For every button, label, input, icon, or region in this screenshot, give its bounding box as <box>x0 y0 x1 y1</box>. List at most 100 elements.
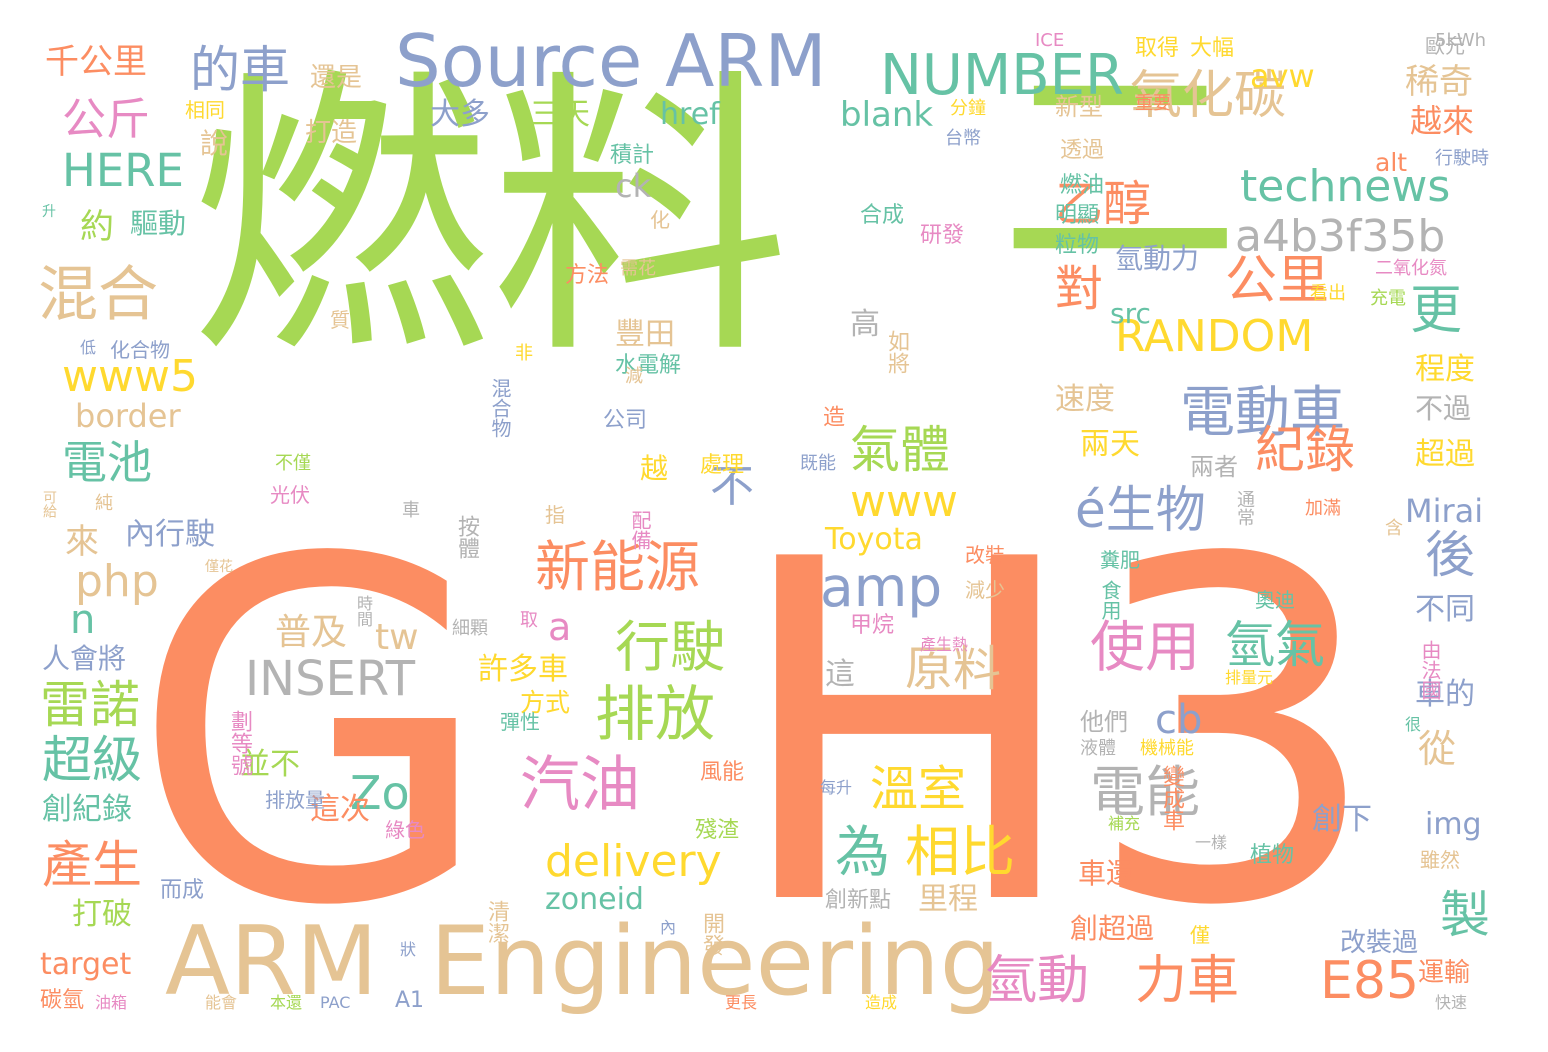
word-cloud-term: 透過 <box>1060 138 1105 163</box>
word-cloud-term: 對 <box>1055 261 1104 317</box>
word-cloud-term: 變成車 <box>1159 765 1184 831</box>
word-cloud-term: 兩天 <box>1080 427 1140 462</box>
word-cloud-term: 人會將 <box>42 642 127 675</box>
word-cloud-term: 綠色 <box>385 818 425 842</box>
word-cloud-term: 車 <box>399 500 420 518</box>
word-cloud-term: 可給 <box>41 490 57 518</box>
word-cloud-term: 從 <box>1418 727 1457 771</box>
word-cloud-term: amp <box>820 555 943 619</box>
word-cloud-term: 大幅 <box>1190 36 1235 61</box>
word-cloud-term: 改裝過 <box>1340 928 1419 958</box>
word-cloud-term: 加滿 <box>1305 498 1341 519</box>
word-cloud-term: 千公里 <box>45 42 147 82</box>
word-cloud-term: 由法國 <box>1418 640 1442 700</box>
word-cloud-term: 創超過 <box>1070 912 1155 945</box>
word-cloud-term: 越 <box>640 452 669 485</box>
word-cloud-term: 氣體 <box>850 421 950 479</box>
word-cloud-term: 改裝 <box>965 543 1005 567</box>
word-cloud-term: 液體 <box>1080 738 1116 759</box>
word-cloud-term: 內 <box>660 918 677 937</box>
word-cloud-term: 排放量 <box>265 788 325 812</box>
word-cloud-term: 新型 <box>1055 93 1103 121</box>
word-cloud-term: 很 <box>1405 715 1422 734</box>
word-cloud-term: 相同 <box>185 98 225 122</box>
word-cloud-term: 電池 <box>62 436 153 489</box>
word-cloud-term: 每升 <box>820 778 853 797</box>
word-cloud-term: 指 <box>545 503 565 527</box>
word-cloud-term: alt <box>1375 148 1408 177</box>
word-cloud-term: 質 <box>330 308 350 332</box>
word-cloud-term: 風能 <box>700 760 745 785</box>
word-cloud-term: 還是 <box>310 63 363 93</box>
word-cloud-term: 行駛時 <box>1435 148 1489 169</box>
word-cloud-term: 里程 <box>918 882 978 917</box>
word-cloud-term: 車還 <box>1078 857 1135 890</box>
word-cloud-term: 不過 <box>1415 392 1472 425</box>
word-cloud-term: 氫動力 <box>1115 242 1200 275</box>
word-cloud-term: 化合物 <box>110 338 170 362</box>
word-cloud-term: blank <box>840 95 934 135</box>
word-cloud-term: 程度 <box>1415 352 1475 387</box>
word-cloud-term: 純 <box>95 493 113 514</box>
word-cloud-term: 兩者 <box>1190 453 1238 481</box>
word-cloud-term: tw <box>375 617 419 658</box>
word-cloud-term: 產生熱 <box>920 635 969 654</box>
word-cloud-term: PAC <box>320 993 351 1012</box>
word-cloud-term: 而成 <box>160 878 205 903</box>
word-cloud-term: ck <box>615 167 652 205</box>
word-cloud-term: 使用 <box>1090 615 1201 679</box>
word-cloud-term: avw <box>1250 57 1315 95</box>
word-cloud-term: 更 <box>1410 281 1463 341</box>
word-cloud-term: cb <box>1155 697 1203 743</box>
word-cloud-term: 明顯 <box>1055 203 1100 228</box>
word-cloud-term: 分鐘 <box>950 98 986 119</box>
word-cloud-term: 開發 <box>699 912 724 956</box>
word-cloud-term: 大多 <box>430 97 490 132</box>
word-cloud-term: 如將 <box>884 330 909 374</box>
word-cloud-term: 許多車 <box>478 652 568 687</box>
word-cloud-term: 約 <box>80 207 114 247</box>
word-cloud-term: zoneid <box>545 882 644 917</box>
word-cloud-term: 創紀錄 <box>42 792 132 827</box>
word-cloud-term: 植物 <box>1250 843 1295 868</box>
word-cloud-term: 普及 <box>275 612 348 653</box>
word-cloud-term: 打造 <box>305 118 358 148</box>
word-cloud-term: 殘渣 <box>695 818 740 843</box>
word-cloud-term: 5kWh <box>1435 30 1487 51</box>
word-cloud-term: 不僅 <box>275 453 311 474</box>
word-cloud-term: 僅花 <box>205 559 233 575</box>
word-cloud-term: 一樣 <box>1195 833 1228 852</box>
word-cloud-term: 更長 <box>725 993 758 1012</box>
word-cloud-term: 需花 <box>620 258 656 279</box>
word-cloud-term: 減 <box>625 366 643 387</box>
word-cloud-term: 速度 <box>1055 382 1115 417</box>
word-cloud-term: 溫室 <box>870 761 967 817</box>
word-cloud-term: 既能 <box>800 453 836 474</box>
word-cloud-term: 低 <box>80 338 97 357</box>
word-cloud-term: 甲烷 <box>850 613 895 638</box>
word-cloud-term: é生物 <box>1075 481 1206 539</box>
word-cloud-term: 造成 <box>865 993 898 1012</box>
word-cloud-term: 粒物 <box>1055 233 1100 258</box>
word-cloud-term: 光伏 <box>270 483 310 507</box>
word-cloud-term: 越來 <box>1410 102 1475 140</box>
word-cloud-term: 驅動 <box>130 207 187 240</box>
word-cloud-term: 處理 <box>700 453 745 478</box>
word-cloud-term: 稀奇 <box>1405 62 1473 102</box>
word-cloud-term: 雷諾 <box>40 676 140 734</box>
word-cloud-term: 的車 <box>190 41 290 99</box>
word-cloud-term: 三天 <box>530 97 590 132</box>
word-cloud-term: 超過 <box>1415 437 1475 472</box>
word-cloud-term: img <box>1425 807 1482 842</box>
word-cloud-term: 狀 <box>400 940 417 959</box>
word-cloud-term: 重要 <box>1135 93 1171 114</box>
word-cloud-term: 紀錄 <box>1255 421 1355 479</box>
word-cloud-term: 劃等號 <box>227 710 252 776</box>
word-cloud-term: delivery <box>545 836 722 887</box>
word-cloud-term: 本還 <box>270 993 303 1012</box>
word-cloud: 燃料 G H3 二 ARM Engineering Source ARM NUMBER 氧化碳電… <box>0 0 1548 1052</box>
word-cloud-term: 時間 <box>354 595 373 627</box>
word-cloud-term: 公司 <box>603 408 648 433</box>
word-cloud-term: 奧迪 <box>1255 588 1295 612</box>
word-cloud-term: 減少 <box>965 578 1005 602</box>
